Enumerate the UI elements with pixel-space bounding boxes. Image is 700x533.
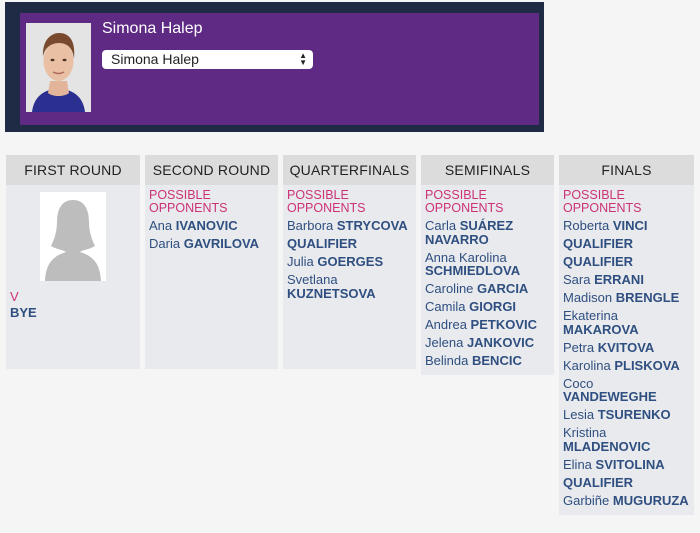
opponent-name[interactable]: QUALIFIER	[563, 474, 689, 490]
opponent-last-name: BRENGLE	[615, 290, 680, 305]
opponent-first-name: Lesia	[563, 407, 595, 422]
opponent-last-name: TSURENKO	[597, 407, 671, 422]
opponent-first-name: Elina	[563, 456, 592, 472]
opponent-name[interactable]: QUALIFIER	[287, 237, 411, 251]
person-silhouette-icon	[39, 192, 106, 281]
opponent-last-name: KVITOVA	[597, 339, 655, 355]
opponent-last-name: QUALIFIER	[563, 254, 634, 269]
opponent-last-name: MLADENOVIC	[563, 438, 651, 454]
opponent-last-name: IVANOVIC	[175, 218, 238, 233]
opponent-first-name: Jelena	[425, 335, 464, 350]
opponent-name[interactable]: Svetlana KUZNETSOVA	[287, 273, 411, 300]
opponent-name[interactable]: Petra KVITOVA	[563, 339, 689, 355]
round-title: SEMIFINALS	[421, 155, 554, 185]
round-body: POSSIBLE OPPONENTS Ana IVANOVIC Daria GAVR…	[145, 185, 278, 369]
opponent-placeholder-image	[39, 192, 106, 281]
round-title: SECOND ROUND	[145, 155, 278, 185]
opponent-first-name: Barbora	[287, 218, 334, 233]
opponent-last-name: STRYCOVA	[336, 218, 408, 233]
round-body: POSSIBLE OPPONENTS Carla SUÁREZ NAVARRO An…	[421, 185, 554, 375]
opponent-name[interactable]: Caroline GARCIA	[425, 282, 549, 296]
opponent-last-name: GOERGES	[317, 254, 384, 269]
possible-opponents-label: POSSIBLE OPPONENTS	[287, 188, 366, 215]
opponent-name[interactable]: QUALIFIER	[563, 255, 689, 269]
opponent-last-name: SCHMIEDLOVA	[425, 263, 521, 278]
opponent-name[interactable]: Elina SVITOLINA	[563, 456, 689, 472]
opponent-name[interactable]: Lesia TSURENKO	[563, 408, 689, 422]
opponent-last-name: MAKAROVA	[563, 321, 639, 337]
opponent-last-name: QUALIFIER	[563, 474, 634, 490]
opponent-name[interactable]: Madison BRENGLE	[563, 291, 689, 305]
round-column: FINALS POSSIBLE OPPONENTS Roberta VINCI QUA…	[559, 155, 694, 515]
opponent-name[interactable]: Barbora STRYCOVA	[287, 219, 411, 233]
opponent-last-name: QUALIFIER	[563, 236, 634, 251]
opponent-last-name: QUALIFIER	[287, 236, 358, 251]
round-title: FINALS	[559, 155, 694, 185]
opponent-name[interactable]: Sara ERRANI	[563, 273, 689, 287]
opponent-name[interactable]: Daria GAVRILOVA	[149, 237, 273, 251]
opponent-name[interactable]: Belinda BENCIC	[425, 354, 549, 368]
opponent-first-name: Karolina	[563, 357, 611, 373]
opponent-last-name: PLISKOVA	[614, 357, 680, 373]
opponent-last-name: SVITOLINA	[595, 456, 665, 472]
opponent-first-name: Madison	[563, 290, 613, 305]
round-body: V BYE	[6, 185, 140, 369]
possible-opponents-label: POSSIBLE OPPONENTS	[563, 188, 642, 215]
round-column: SEMIFINALS POSSIBLE OPPONENTS Carla SUÁREZ…	[421, 155, 554, 375]
opponent-name[interactable]: Julia GOERGES	[287, 255, 411, 269]
opponent-name[interactable]: Carla SUÁREZ NAVARRO	[425, 219, 549, 246]
round-column: QUARTERFINALS POSSIBLE OPPONENTS Barbora S…	[283, 155, 416, 369]
select-arrows-icon: ▲ ▼	[299, 51, 307, 67]
opponent-name[interactable]: Karolina PLISKOVA	[563, 357, 689, 373]
opponent-last-name: VINCI	[612, 218, 648, 233]
opponent-last-name: KUZNETSOVA	[287, 285, 376, 301]
opponent-name[interactable]: Ekaterina MAKAROVA	[563, 309, 689, 336]
opponent-name[interactable]: Anna Karolina SCHMIEDLOVA	[425, 250, 549, 278]
opponent-last-name: JANKOVIC	[466, 335, 535, 350]
opponent-last-name: GAVRILOVA	[183, 236, 260, 251]
round-body: POSSIBLE OPPONENTS Roberta VINCI QUALIFIER…	[559, 185, 694, 515]
opponent-first-name: Belinda	[425, 353, 469, 368]
opponent-last-name: GIORGI	[469, 299, 517, 314]
round-column: FIRST ROUND V BYE	[6, 155, 140, 369]
opponent-name[interactable]: Jelena JANKOVIC	[425, 336, 549, 350]
possible-opponents-label: POSSIBLE OPPONENTS	[425, 188, 504, 215]
opponent-last-name: VANDEWEGHE	[563, 389, 657, 404]
round-title: QUARTERFINALS	[283, 155, 416, 185]
opponent-last-name: MUGURUZA	[612, 492, 689, 508]
opponent-name[interactable]: Roberta VINCI	[563, 219, 689, 233]
round-column: SECOND ROUND POSSIBLE OPPONENTS Ana IVANOV…	[145, 155, 278, 369]
opponent-first-name: Julia	[287, 254, 314, 269]
player-header-panel	[20, 13, 539, 125]
opponent-first-name: Andrea	[425, 317, 467, 332]
opponent-name[interactable]: Coco VANDEWEGHE	[563, 376, 689, 404]
opponent-first-name: Daria	[149, 236, 181, 251]
opponent-first-name: Sara	[563, 272, 591, 287]
player-name: Simona Halep	[102, 20, 203, 37]
opponent-first-name: Roberta	[563, 218, 610, 233]
round-title: FIRST ROUND	[6, 155, 140, 185]
bye-label: BYE	[10, 305, 37, 320]
round-body: POSSIBLE OPPONENTS Barbora STRYCOVA QUALIF…	[283, 185, 416, 369]
opponent-first-name: Petra	[563, 339, 595, 355]
opponent-last-name: PETKOVIC	[470, 317, 538, 332]
player-select-value: Simona Halep	[111, 51, 199, 67]
opponent-name[interactable]: Ana IVANOVIC	[149, 219, 273, 233]
opponent-name[interactable]: QUALIFIER	[563, 237, 689, 251]
versus-label: V	[10, 289, 19, 304]
possible-opponents-label: POSSIBLE OPPONENTS	[149, 188, 228, 215]
opponent-name[interactable]: Andrea PETKOVIC	[425, 318, 549, 332]
opponent-name[interactable]: Kristina MLADENOVIC	[563, 426, 689, 453]
player-photo	[26, 23, 91, 112]
opponent-name[interactable]: Garbiñe MUGURUZA	[563, 492, 689, 508]
opponent-last-name: GARCIA	[477, 281, 529, 296]
opponent-last-name: ERRANI	[594, 272, 644, 287]
opponent-last-name: BENCIC	[472, 353, 522, 368]
opponent-first-name: Ana	[149, 218, 173, 233]
opponent-name[interactable]: Camila GIORGI	[425, 300, 549, 314]
opponent-first-name: Garbiñe	[563, 492, 610, 508]
opponent-first-name: Caroline	[425, 281, 474, 296]
opponent-first-name: Camila	[425, 299, 466, 314]
player-select[interactable]: Simona Halep ▲ ▼	[102, 50, 313, 69]
